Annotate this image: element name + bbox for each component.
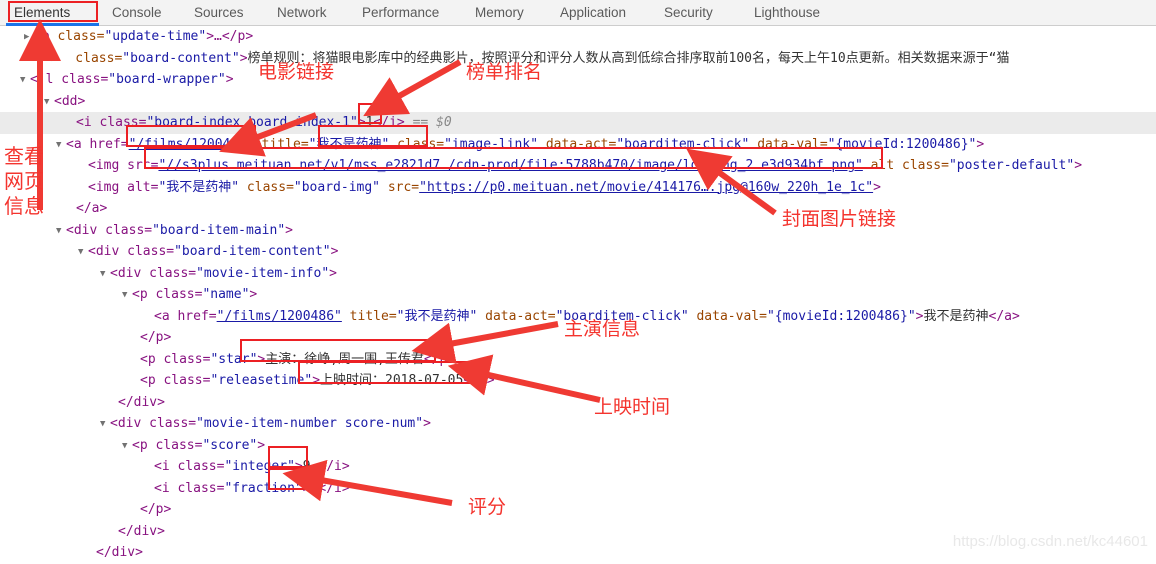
dom-row-a-image-link[interactable]: <a href="/films/1200486" title="我不是药神" c…	[0, 134, 1156, 156]
board-img-src-link[interactable]: "https://p0.meituan.net/movie/414176….jp…	[419, 180, 873, 195]
dom-row-p-name[interactable]: <p class="name">	[0, 284, 1156, 306]
annotation-view-page-info: 查看网页信息	[4, 144, 44, 218]
collapse-triangle-icon[interactable]	[122, 285, 132, 307]
collapse-triangle-icon[interactable]	[44, 92, 54, 114]
dom-tree-panel[interactable]: <p class="update-time">…</p> < class="bo…	[0, 26, 1156, 560]
tab-memory[interactable]: Memory	[473, 0, 526, 25]
collapse-triangle-icon[interactable]	[20, 70, 30, 92]
expand-triangle-icon[interactable]	[24, 27, 34, 49]
dom-row-a-close[interactable]: </a>	[0, 198, 1156, 220]
dom-row-movie-item-number[interactable]: <div class="movie-item-number score-num"…	[0, 413, 1156, 435]
annotation-movie-link: 电影链接	[258, 61, 335, 83]
dom-row-board-content[interactable]: < class="board-content">榜单规则：将猫眼电影库中的经典影…	[0, 48, 1156, 70]
dom-row-p-star[interactable]: <p class="star">主演：徐峥,周一围,王传君</p>	[0, 349, 1156, 371]
dom-row-p-score-close[interactable]: </p>	[0, 499, 1156, 521]
dom-row-img-poster-default[interactable]: <img src="//s3plus.meituan.net/v1/mss_e2…	[0, 155, 1156, 177]
annotation-rank: 榜单排名	[466, 61, 543, 83]
film-href-link[interactable]: "/films/1200486"	[129, 137, 254, 152]
dom-row-board-item-content[interactable]: <div class="board-item-content">	[0, 241, 1156, 263]
tab-performance[interactable]: Performance	[360, 0, 441, 25]
selected-node-marker: == $0	[412, 115, 452, 130]
releasetime-text: 上映时间：2018-07-05	[320, 373, 464, 388]
tab-sources[interactable]: Sources	[192, 0, 246, 25]
devtools-tab-bar: Elements Console Sources Network Perform…	[0, 0, 1156, 26]
star-text: 主演：徐峥,周一围,王传君	[265, 351, 424, 367]
movie-name-text: 我不是药神	[923, 308, 989, 324]
dom-row-img-board-img[interactable]: <img alt="我不是药神" class="board-img" src="…	[0, 177, 1156, 199]
dom-row-update-time[interactable]: <p class="update-time">…</p>	[0, 26, 1156, 48]
collapse-triangle-icon[interactable]	[122, 436, 132, 458]
dom-row-board-wrapper[interactable]: < l class="board-wrapper">	[0, 69, 1156, 91]
annotation-star-info: 主演信息	[564, 318, 641, 340]
dom-row-movie-item-info[interactable]: <div class="movie-item-info">	[0, 263, 1156, 285]
score-integer-text: 9.	[302, 459, 319, 474]
dom-row-div-close-info[interactable]: </div>	[0, 392, 1156, 414]
watermark-text: https://blog.csdn.net/kc44601	[952, 533, 1148, 550]
dom-row-dd[interactable]: <dd>	[0, 91, 1156, 113]
tab-security[interactable]: Security	[662, 0, 715, 25]
tab-console[interactable]: Console	[110, 0, 164, 25]
collapse-triangle-icon[interactable]	[100, 414, 110, 436]
movie-title-value: "我不是药神"	[308, 136, 390, 152]
tab-network[interactable]: Network	[275, 0, 329, 25]
poster-default-src-link[interactable]: "//s3plus.meituan.net/v1/mss_e2821d7…/cd…	[158, 158, 862, 173]
dom-row-p-releasetime[interactable]: <p class="releasetime">上映时间：2018-07-05</…	[0, 370, 1156, 392]
dom-row-i-integer[interactable]: <i class="integer">9.</i>	[0, 456, 1156, 478]
dom-row-p-score[interactable]: <p class="score">	[0, 435, 1156, 457]
dom-row-i-fraction[interactable]: <i class="fraction">6</i>	[0, 478, 1156, 500]
collapse-triangle-icon[interactable]	[56, 221, 66, 243]
dom-row-board-index[interactable]: <i class="board-index board-index-1">1</…	[0, 112, 1156, 134]
film-name-href-link[interactable]: "/films/1200486"	[217, 309, 342, 324]
annotation-release-time: 上映时间	[594, 396, 671, 418]
annotation-score: 评分	[468, 496, 507, 518]
dom-row-board-item-main[interactable]: <div class="board-item-main">	[0, 220, 1156, 242]
collapse-triangle-icon[interactable]	[100, 264, 110, 286]
tab-elements[interactable]: Elements	[12, 0, 72, 25]
board-content-text: 榜单规则：将猫眼电影库中的经典影片，按照评分和评分人数从高到低综合排序取前100…	[247, 50, 1010, 66]
tab-application[interactable]: Application	[558, 0, 628, 25]
tab-lighthouse[interactable]: Lighthouse	[752, 0, 822, 25]
collapse-triangle-icon[interactable]	[78, 242, 88, 264]
annotation-cover-image-link: 封面图片链接	[782, 208, 897, 230]
